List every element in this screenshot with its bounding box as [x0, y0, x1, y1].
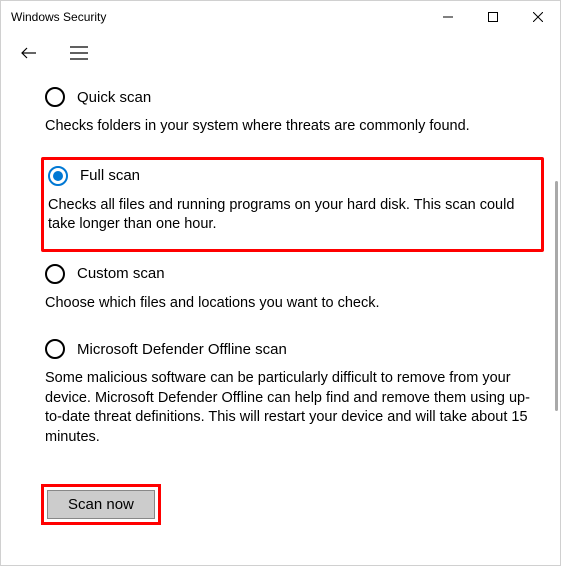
option-title: Microsoft Defender Offline scan [77, 341, 287, 358]
option-desc: Checks folders in your system where thre… [45, 117, 540, 137]
option-quick-scan[interactable]: Quick scan Checks folders in your system… [41, 81, 544, 151]
option-title: Custom scan [77, 265, 165, 282]
radio-full-scan[interactable] [48, 166, 68, 186]
minimize-button[interactable] [425, 1, 470, 33]
radio-offline-scan[interactable] [45, 339, 65, 359]
maximize-button[interactable] [470, 1, 515, 33]
option-desc: Checks all files and running programs on… [48, 196, 537, 235]
scan-options-panel: Quick scan Checks folders in your system… [41, 81, 548, 565]
option-desc: Choose which files and locations you wan… [45, 294, 540, 314]
scan-now-highlight: Scan now [41, 484, 161, 525]
title-bar: Windows Security [1, 1, 560, 33]
option-custom-scan[interactable]: Custom scan Choose which files and locat… [41, 258, 544, 328]
close-button[interactable] [515, 1, 560, 33]
window-title: Windows Security [11, 10, 106, 24]
option-offline-scan[interactable]: Microsoft Defender Offline scan Some mal… [41, 333, 544, 461]
scrollbar[interactable] [555, 181, 558, 411]
nav-row [1, 33, 560, 73]
window-controls [425, 1, 560, 33]
menu-button[interactable] [65, 39, 93, 67]
option-desc: Some malicious software can be particula… [45, 369, 540, 447]
back-button[interactable] [15, 39, 43, 67]
option-full-scan[interactable]: Full scan Checks all files and running p… [41, 157, 544, 252]
scan-now-button[interactable]: Scan now [47, 490, 155, 519]
radio-quick-scan[interactable] [45, 87, 65, 107]
option-title: Quick scan [77, 89, 151, 106]
option-title: Full scan [80, 167, 140, 184]
radio-custom-scan[interactable] [45, 264, 65, 284]
